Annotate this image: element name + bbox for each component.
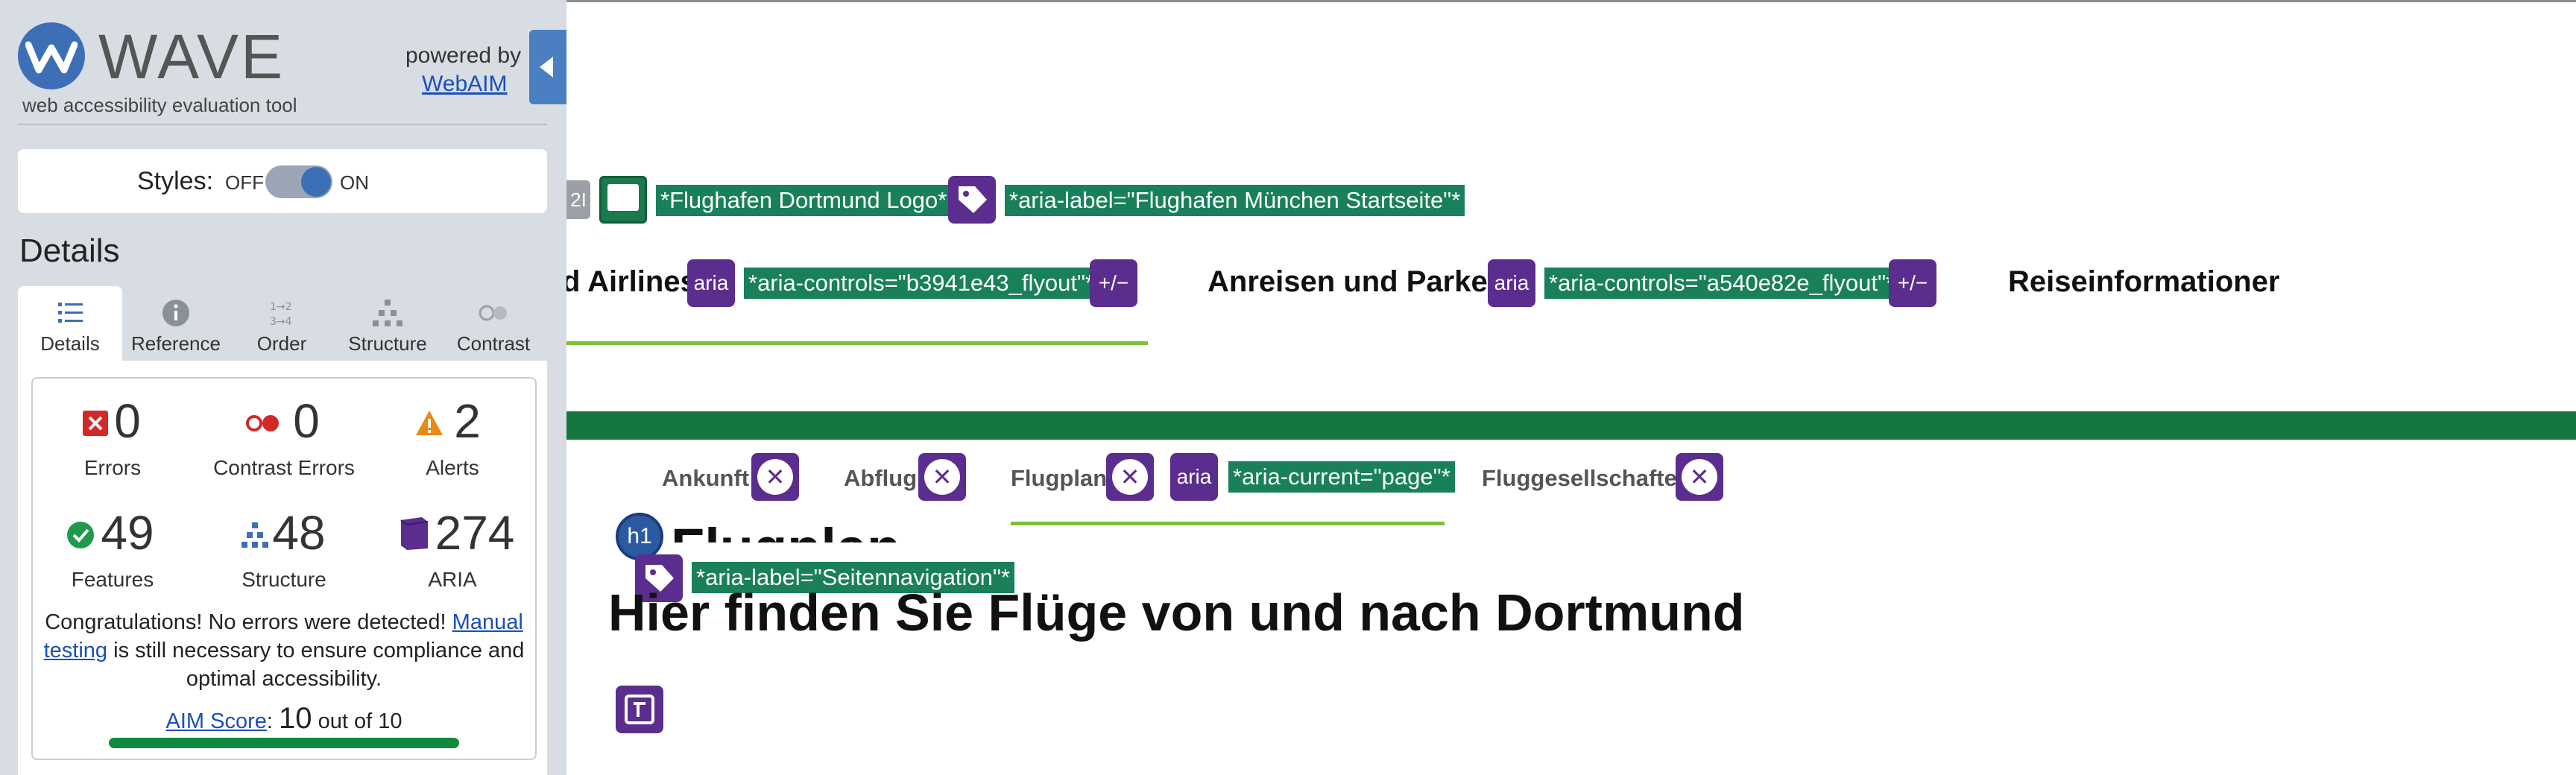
- aim-score-out-of: out of 10: [318, 709, 402, 733]
- home-aria-label: *aria-label="Flughafen München Startseit…: [1005, 185, 1465, 216]
- errors-count: 0: [114, 394, 141, 448]
- structure-icon: [373, 300, 402, 326]
- order-icon: 1→2 3→4: [270, 301, 292, 328]
- congrats-text: Congratulations! No errors were detected…: [45, 610, 452, 634]
- contrast-errors-count: 0: [293, 394, 320, 448]
- structure-count: 48: [272, 506, 326, 560]
- wave-sidebar: WAVE web accessibility evaluation tool p…: [0, 0, 566, 775]
- styles-toggle[interactable]: [265, 165, 332, 198]
- congrats-text-2: is still necessary to ensure compliance …: [107, 639, 525, 691]
- aim-score-value: 10: [279, 702, 312, 735]
- tab-label: Reference: [131, 332, 221, 355]
- styles-toggle-box: Styles: OFF ON: [18, 149, 547, 213]
- wave-logo-icon: [18, 22, 85, 89]
- stat-errors[interactable]: 0 Errors: [34, 393, 191, 490]
- tab-label: Order: [256, 332, 307, 355]
- subnav-abflug[interactable]: Abflug: [844, 465, 917, 492]
- grey-annotation-icon[interactable]: 2I: [566, 180, 590, 219]
- svg-text:1→2: 1→2: [270, 301, 292, 313]
- chevron-left-icon: [540, 57, 553, 78]
- nav-item-reiseinformationen[interactable]: Reiseinformationer: [2008, 265, 2280, 299]
- stat-contrast-errors[interactable]: 0 Contrast Errors: [206, 393, 362, 490]
- info-icon: [162, 300, 189, 326]
- header-green-bar: [566, 411, 2576, 440]
- structure-label: Structure: [242, 568, 326, 591]
- styles-on-label: ON: [340, 171, 369, 194]
- nav-item-airlines[interactable]: d Airlines: [566, 265, 697, 299]
- styles-off-label: OFF: [225, 171, 264, 194]
- tab-details[interactable]: Details: [18, 286, 122, 361]
- details-heading: Details: [19, 232, 120, 269]
- stat-alerts[interactable]: 2 Alerts: [374, 393, 531, 490]
- alerts-label: Alerts: [426, 456, 479, 479]
- page-content: 2I *Flughafen Dortmund Logo* *aria-label…: [566, 0, 2576, 775]
- alerts-count: 2: [454, 394, 481, 448]
- errors-label: Errors: [83, 456, 142, 479]
- subnav-fluggesellschaften[interactable]: Fluggesellschaften: [1482, 465, 1691, 492]
- tab-label: Structure: [348, 332, 427, 355]
- divider: [18, 124, 547, 125]
- aim-score-bar: [109, 738, 459, 748]
- tab-order[interactable]: 1→2 3→4 Order: [230, 286, 334, 361]
- list-icon: [58, 303, 83, 323]
- stat-features[interactable]: 49 Features: [34, 505, 191, 602]
- collapse-sidebar-button[interactable]: [529, 30, 566, 104]
- aria-icon[interactable]: aria: [1488, 259, 1535, 307]
- svg-text:3→4: 3→4: [270, 316, 292, 328]
- aim-colon: :: [266, 709, 273, 733]
- details-panel: 0 Errors 0 Contrast Errors 2 Alerts 49 F…: [18, 361, 547, 775]
- close-icon[interactable]: ✕: [918, 453, 966, 501]
- stat-structure[interactable]: 48 Structure: [206, 505, 362, 602]
- linked-image-icon[interactable]: [599, 176, 647, 224]
- toggle-knob: [301, 167, 331, 197]
- subnav-ankunft[interactable]: Ankunft: [662, 465, 749, 492]
- summary-box: 0 Errors 0 Contrast Errors 2 Alerts 49 F…: [31, 377, 537, 760]
- tab-label: Details: [40, 332, 100, 355]
- nav-item-anreisen-und-parken[interactable]: Anreisen und Parken: [1208, 265, 1506, 299]
- features-label: Features: [71, 568, 154, 591]
- tab-reference[interactable]: Reference: [124, 286, 228, 361]
- tab-contrast[interactable]: Contrast: [441, 286, 546, 361]
- subnav-flugplan[interactable]: Flugplan: [1011, 465, 1107, 492]
- styles-label: Styles:: [137, 167, 214, 195]
- contrast-icon: [479, 305, 507, 321]
- aria-controls-label: *aria-controls="b3941e43_flyout"*: [744, 268, 1099, 299]
- expand-toggle-icon[interactable]: +/−: [1889, 259, 1936, 307]
- subnav-active-underline: [1011, 522, 1445, 525]
- wave-title: WAVE: [98, 22, 285, 92]
- congratulations-message: Congratulations! No errors were detected…: [40, 608, 528, 693]
- aria-label: ARIA: [428, 568, 477, 591]
- tab-structure[interactable]: Structure: [335, 286, 440, 361]
- aim-score: AIM Score: 10 out of 10: [33, 702, 535, 736]
- tab-label: Contrast: [456, 332, 531, 355]
- aim-score-link[interactable]: AIM Score: [166, 709, 267, 733]
- aria-controls-label: *aria-controls="a540e82e_flyout"*: [1544, 268, 1900, 299]
- contrast-errors-label: Contrast Errors: [213, 456, 355, 479]
- wave-tabs: Details Reference 1→2 3→4 Order Structur…: [18, 286, 547, 361]
- powered-by-text: powered by: [405, 43, 522, 68]
- page-heading-partial: Flugplan: [671, 504, 900, 542]
- aria-icon[interactable]: aria: [687, 259, 735, 307]
- image-alt-label: *Flughafen Dortmund Logo*: [656, 185, 952, 216]
- region-landmark-icon[interactable]: [616, 686, 663, 733]
- close-icon[interactable]: ✕: [1106, 453, 1154, 501]
- main-heading: Hier finden Sie Flüge von und nach Dortm…: [608, 583, 1745, 642]
- aria-count: 274: [435, 506, 515, 560]
- expand-toggle-icon[interactable]: +/−: [1090, 259, 1137, 307]
- aria-label-tag-icon[interactable]: [948, 176, 996, 224]
- aria-current-label: *aria-current="page"*: [1228, 461, 1455, 493]
- features-count: 49: [101, 506, 154, 560]
- close-icon[interactable]: ✕: [1676, 453, 1723, 501]
- stat-aria[interactable]: 274 ARIA: [374, 505, 531, 602]
- close-icon[interactable]: ✕: [751, 453, 799, 501]
- h1-icon[interactable]: h1: [616, 513, 663, 560]
- wave-tagline: web accessibility evaluation tool: [22, 94, 297, 116]
- webaim-link[interactable]: WebAIM: [422, 72, 507, 97]
- aria-icon[interactable]: aria: [1170, 453, 1218, 501]
- nav-underline: [566, 341, 1148, 345]
